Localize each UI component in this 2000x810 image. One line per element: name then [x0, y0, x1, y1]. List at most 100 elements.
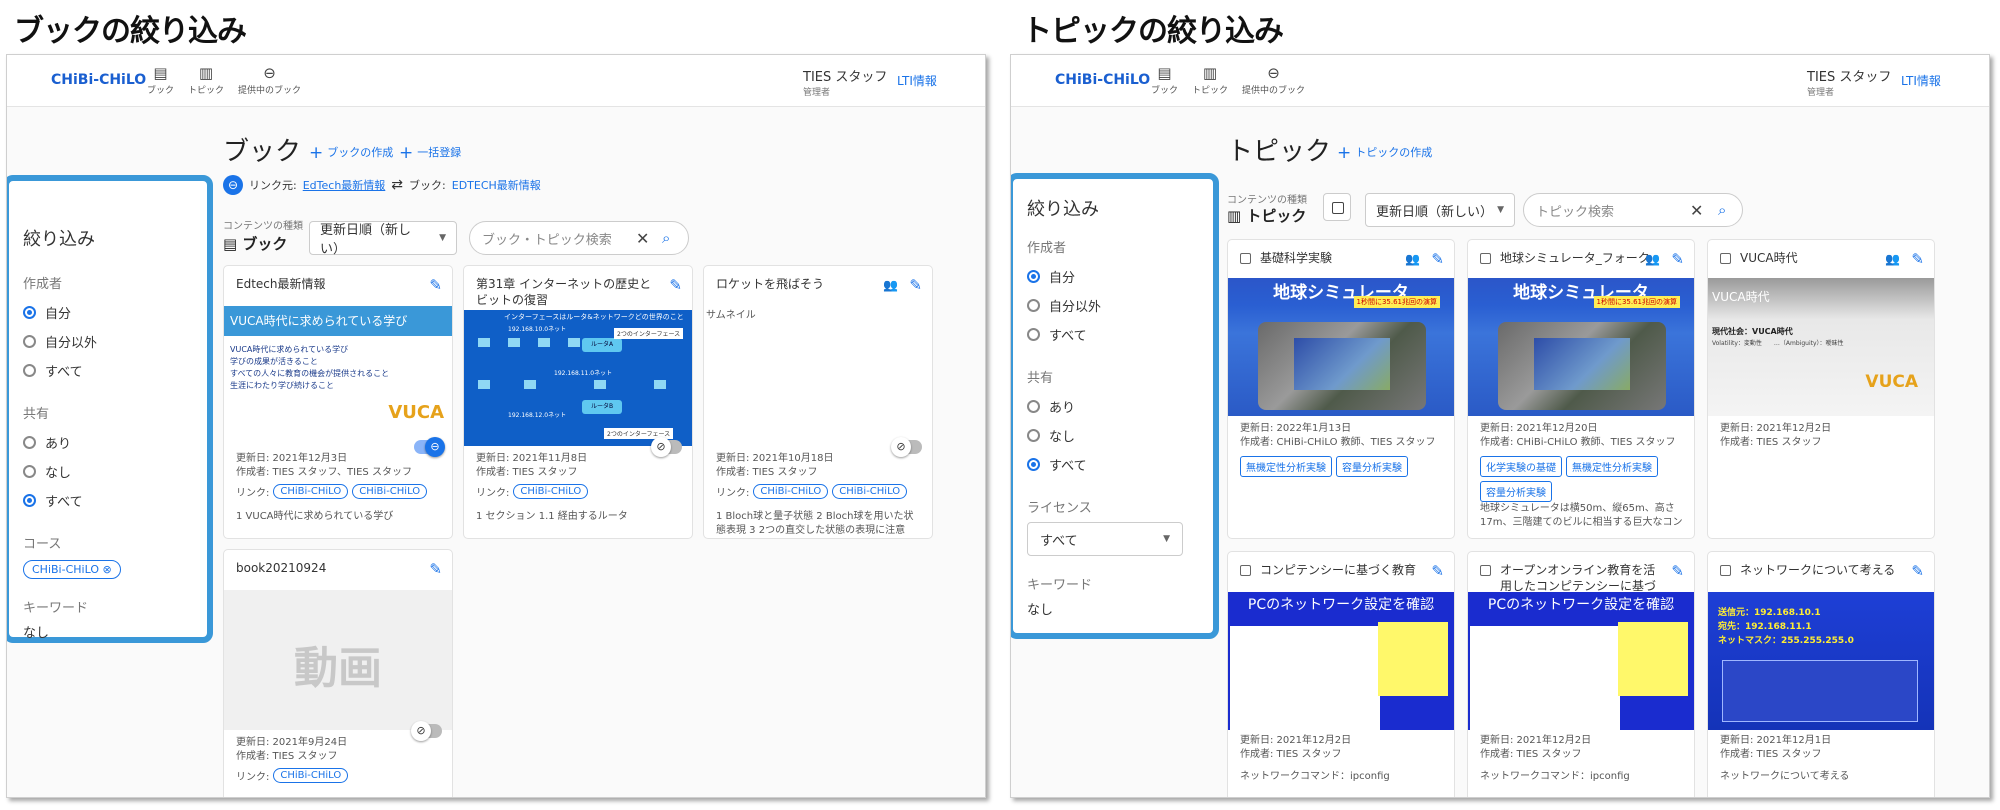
search-field[interactable]: トピック検索 ✕ ⌕: [1523, 193, 1743, 227]
share-option-all[interactable]: すべて: [1027, 450, 1199, 479]
nav-label: トピック: [188, 86, 225, 96]
link-chip[interactable]: CHiBi-CHiLO: [273, 484, 349, 499]
thumb-label: 192.168.12.0ネット: [508, 412, 567, 419]
license-select[interactable]: すべて ▼: [1027, 522, 1183, 556]
link-chip[interactable]: CHiBi-CHiLO: [753, 484, 829, 499]
lti-link[interactable]: LTI情報: [1901, 72, 1941, 89]
card-checkbox[interactable]: [1240, 565, 1251, 576]
edit-icon[interactable]: ✎: [1911, 562, 1924, 580]
edit-icon[interactable]: ✎: [1431, 562, 1444, 580]
thumb-line: 宛先：192.168.11.1: [1718, 622, 1812, 632]
nav-topic[interactable]: ▥ トピック: [1192, 65, 1228, 96]
book-card[interactable]: book20210924 ✎ 動画 ⊘ 更新日: 2021年9月24日 作成者:…: [223, 549, 453, 797]
topic-card[interactable]: 基礎科学実験 👥 ✎ 地球シミュレータ 1秒間に35.61兆回の演算 更新日: …: [1227, 239, 1455, 539]
card-title: book20210924: [236, 561, 327, 575]
link-chip[interactable]: CHiBi-CHiLO: [513, 484, 589, 499]
topic-card[interactable]: オープンオンライン教育を活用したコンピテンシーに基づく教育 ✎ PCのネットワー…: [1467, 551, 1695, 797]
search-icon[interactable]: ⌕: [1718, 201, 1726, 219]
book-card[interactable]: 第31章 インターネットの歴史とビットの復習 ✎ インターフェースはルータ&ネッ…: [463, 265, 693, 539]
edit-icon[interactable]: ✎: [429, 560, 442, 578]
book-card[interactable]: Edtech最新情報 ✎ VUCA時代に求められている学び VUCA時代に求めら…: [223, 265, 453, 539]
content-type-selector[interactable]: ▥ トピック: [1227, 205, 1306, 226]
share-option-no[interactable]: なし: [1027, 421, 1199, 450]
topic-card[interactable]: ネットワークについて考える ✎ 送信元：192.168.10.1 宛先：192.…: [1707, 551, 1935, 797]
radio-icon: [23, 364, 36, 377]
book-card[interactable]: ロケットを飛ばそう 👥 ✎ サムネイル ⊘ 更新日: 2021年10月18日 作…: [703, 265, 933, 539]
plus-icon: +: [1337, 143, 1352, 163]
author-text: 作成者: TIES スタッフ: [1480, 749, 1582, 760]
search-field[interactable]: ブック・トピック検索 ✕ ⌕: [469, 221, 689, 255]
author-option-all[interactable]: すべて: [23, 356, 193, 385]
author-option-others[interactable]: 自分以外: [23, 327, 193, 356]
author-option-mine[interactable]: 自分: [23, 298, 193, 327]
updated-date: 更新日: 2021年12月2日: [1720, 423, 1832, 434]
nav-shared-book[interactable]: ⊖ 提供中のブック: [238, 65, 301, 96]
nav-book[interactable]: ▤ ブック: [1151, 65, 1178, 96]
remove-chip-icon[interactable]: ⊗: [102, 563, 111, 576]
radio-icon: [23, 436, 36, 449]
content-type-value: トピック: [1246, 207, 1307, 225]
link-chip[interactable]: CHiBi-CHiLO: [832, 484, 908, 499]
tag-chip[interactable]: 化学実験の基礎: [1480, 456, 1562, 477]
author-option-all[interactable]: すべて: [1027, 320, 1199, 349]
clear-icon[interactable]: ✕: [636, 229, 649, 248]
card-checkbox[interactable]: [1720, 253, 1731, 264]
nav-book[interactable]: ▤ ブック: [147, 65, 174, 96]
card-checkbox[interactable]: [1480, 565, 1491, 576]
edit-icon[interactable]: ✎: [429, 276, 442, 294]
edit-icon[interactable]: ✎: [1671, 250, 1684, 268]
share-option-all[interactable]: すべて: [23, 486, 193, 515]
topic-card[interactable]: コンピテンシーに基づく教育 ✎ PCのネットワーク設定を確認 更新日: 2021…: [1227, 551, 1455, 797]
radio-label: すべて: [45, 365, 83, 380]
link-icon: ⊖: [223, 175, 243, 195]
clear-icon[interactable]: ✕: [1690, 201, 1703, 220]
dropdown-arrow-icon: ▼: [439, 233, 446, 243]
topic-icon: ▥: [198, 64, 214, 82]
bulk-register-button[interactable]: + 一括登録: [399, 143, 461, 163]
course-chip[interactable]: CHiBi-CHiLO ⊗: [23, 560, 121, 579]
card-thumbnail: 地球シミュレータ 1秒間に35.61兆回の演算: [1228, 278, 1454, 416]
content-type-selector[interactable]: ▤ ブック: [223, 233, 287, 254]
edit-icon[interactable]: ✎: [669, 276, 682, 294]
card-checkbox[interactable]: [1480, 253, 1491, 264]
topic-card[interactable]: 地球シミュレータ_フォーク 👥 ✎ 地球シミュレータ 1秒間に35.61兆回の演…: [1467, 239, 1695, 539]
author-option-others[interactable]: 自分以外: [1027, 291, 1199, 320]
user-info[interactable]: TIES スタッフ 管理者: [803, 66, 887, 98]
plus-icon: +: [399, 143, 414, 163]
thumb-word: VUCA: [388, 402, 444, 423]
select-all-checkbox[interactable]: [1323, 193, 1351, 221]
topic-screen: CHiBi-CHiLO ▤ ブック ▥ トピック ⊖ 提供中のブック TIES スタッ…: [1010, 54, 1990, 798]
share-option-yes[interactable]: あり: [1027, 392, 1199, 421]
edit-icon[interactable]: ✎: [1431, 250, 1444, 268]
share-option-no[interactable]: なし: [23, 457, 193, 486]
link-book-name[interactable]: EDTECH最新情報: [452, 177, 541, 193]
user-info[interactable]: TIES スタッフ 管理者: [1807, 66, 1891, 98]
tag-chip[interactable]: 容量分析実験: [1336, 456, 1408, 477]
tag-chip[interactable]: 容量分析実験: [1480, 481, 1552, 502]
card-checkbox[interactable]: [1720, 565, 1731, 576]
create-book-button[interactable]: + ブックの作成: [309, 143, 393, 163]
edit-icon[interactable]: ✎: [909, 276, 922, 294]
link-label: リンク:: [236, 772, 270, 783]
edit-icon[interactable]: ✎: [1671, 562, 1684, 580]
sort-select[interactable]: 更新日順（新しい） ▼: [309, 221, 457, 257]
nav-shared-book[interactable]: ⊖ 提供中のブック: [1242, 65, 1305, 96]
share-option-yes[interactable]: あり: [23, 428, 193, 457]
app-logo[interactable]: CHiBi-CHiLO: [51, 72, 146, 88]
link-chip[interactable]: CHiBi-CHiLO: [273, 768, 349, 783]
search-icon[interactable]: ⌕: [662, 229, 670, 247]
author-option-mine[interactable]: 自分: [1027, 262, 1199, 291]
edit-icon[interactable]: ✎: [1911, 250, 1924, 268]
app-logo[interactable]: CHiBi-CHiLO: [1055, 72, 1150, 88]
topic-card[interactable]: VUCA時代 👥 ✎ VUCA時代 現代社会：VUCA時代 Volatility…: [1707, 239, 1935, 539]
card-checkbox[interactable]: [1240, 253, 1251, 264]
lti-link[interactable]: LTI情報: [897, 72, 937, 89]
nav-topic[interactable]: ▥ トピック: [188, 65, 224, 96]
pc-icon: [478, 338, 490, 347]
tag-chip[interactable]: 無機定性分析実験: [1566, 456, 1658, 477]
tag-chip[interactable]: 無機定性分析実験: [1240, 456, 1332, 477]
sort-select[interactable]: 更新日順（新しい） ▼: [1365, 193, 1515, 227]
create-topic-button[interactable]: + トピックの作成: [1337, 143, 1432, 163]
link-source-link[interactable]: EdTech最新情報: [303, 177, 386, 193]
link-chip[interactable]: CHiBi-CHiLO: [352, 484, 428, 499]
